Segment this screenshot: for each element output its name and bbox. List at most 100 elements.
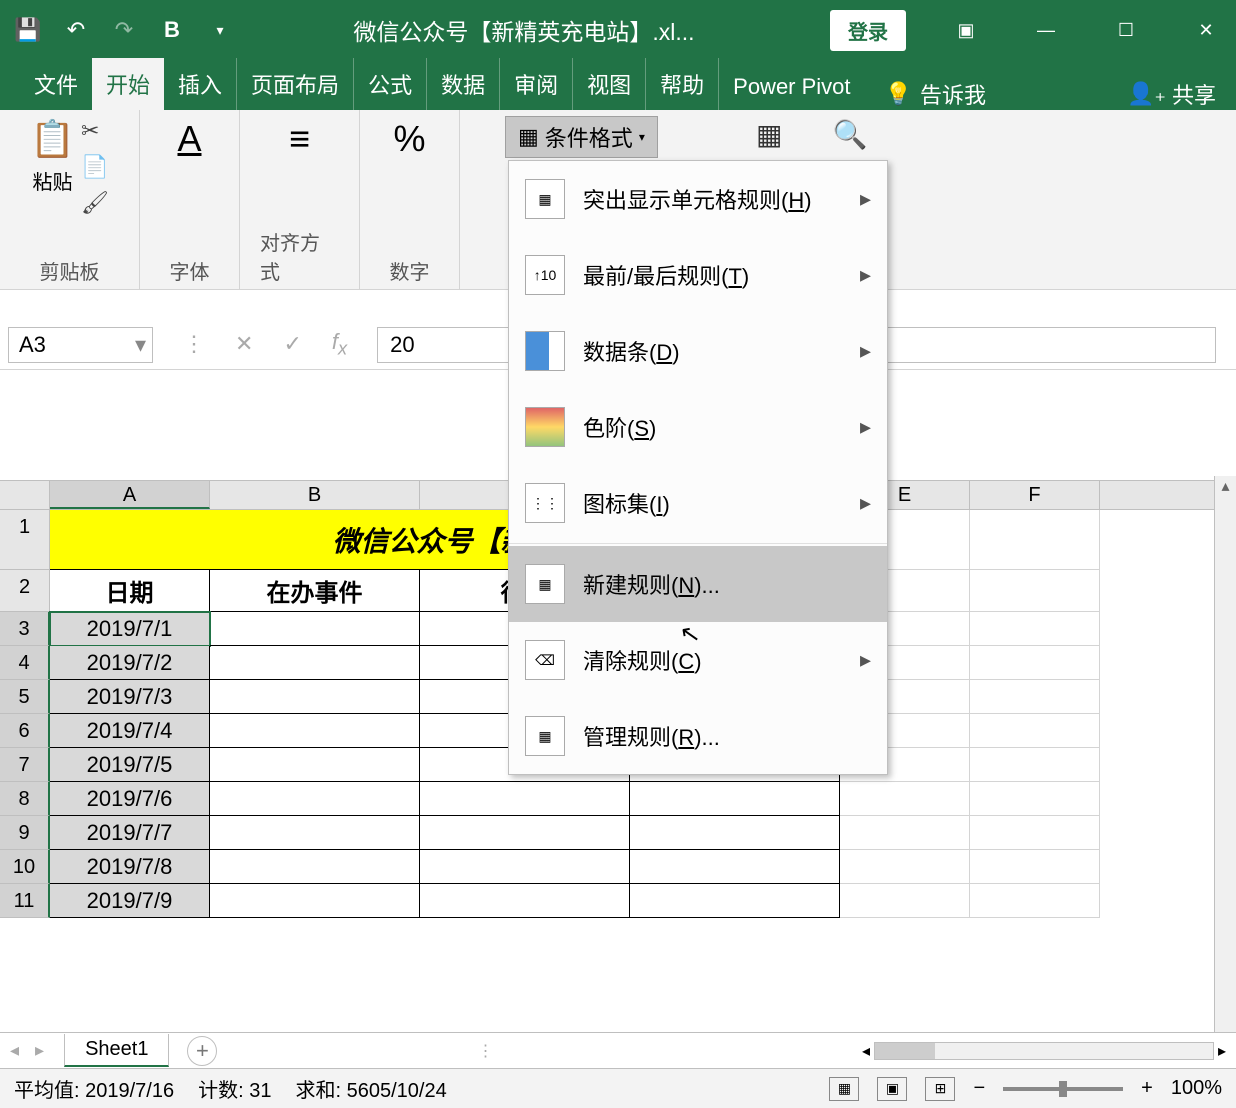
- date-cell[interactable]: 2019/7/9: [50, 884, 210, 918]
- tab-insert[interactable]: 插入: [164, 58, 237, 110]
- col-header-F[interactable]: F: [970, 481, 1100, 509]
- page-layout-icon[interactable]: ▣: [877, 1077, 907, 1101]
- row-header[interactable]: 2: [0, 570, 50, 612]
- scroll-left-icon[interactable]: ◂: [862, 1041, 870, 1061]
- enter-icon[interactable]: ✓: [283, 331, 301, 357]
- tab-file[interactable]: 文件: [20, 58, 92, 110]
- zoom-in-icon[interactable]: +: [1141, 1077, 1153, 1100]
- tab-view[interactable]: 视图: [573, 58, 646, 110]
- cf-data-bars[interactable]: 数据条(D) ▸: [509, 313, 887, 389]
- cell[interactable]: [840, 782, 970, 816]
- dropdown-icon[interactable]: ▾: [135, 332, 146, 358]
- bold-icon[interactable]: B: [154, 12, 190, 48]
- undo-icon[interactable]: ↶: [58, 12, 94, 48]
- redo-icon[interactable]: ↷: [106, 12, 142, 48]
- horizontal-scrollbar[interactable]: ◂ ▸: [862, 1041, 1226, 1061]
- cell[interactable]: [970, 782, 1100, 816]
- cell[interactable]: [420, 884, 630, 918]
- share-button[interactable]: 👤₊共享: [1127, 78, 1216, 110]
- zoom-level[interactable]: 100%: [1171, 1077, 1222, 1100]
- login-button[interactable]: 登录: [830, 10, 906, 51]
- cf-new-rule[interactable]: ▦ 新建规则(N)...: [509, 546, 887, 622]
- cell[interactable]: [840, 816, 970, 850]
- cell[interactable]: [210, 680, 420, 714]
- header-date[interactable]: 日期: [50, 570, 210, 612]
- cell[interactable]: [630, 782, 840, 816]
- cell[interactable]: [210, 612, 420, 646]
- row-header[interactable]: 4: [0, 646, 50, 680]
- scroll-up-icon[interactable]: ▴: [1215, 476, 1236, 498]
- cell[interactable]: [970, 748, 1100, 782]
- row-header[interactable]: 11: [0, 884, 50, 918]
- cell[interactable]: [210, 816, 420, 850]
- row-header[interactable]: 3: [0, 612, 50, 646]
- paste-icon[interactable]: 📋: [30, 118, 75, 160]
- cf-highlight-rules[interactable]: ▦ 突出显示单元格规则(H) ▸: [509, 161, 887, 237]
- cell[interactable]: [210, 850, 420, 884]
- maximize-icon[interactable]: ☐: [1106, 10, 1146, 50]
- cell[interactable]: [210, 748, 420, 782]
- tab-review[interactable]: 审阅: [500, 58, 573, 110]
- cf-icon-sets[interactable]: ⋮⋮ 图标集(I) ▸: [509, 465, 887, 541]
- vertical-scrollbar[interactable]: ▴: [1214, 476, 1236, 1032]
- fx-icon[interactable]: fx: [332, 329, 347, 359]
- conditional-formatting-button[interactable]: ▦ 条件格式 ▾: [505, 116, 658, 158]
- font-icon[interactable]: A: [177, 118, 201, 160]
- row-header[interactable]: 8: [0, 782, 50, 816]
- sheet-tab[interactable]: Sheet1: [64, 1034, 169, 1067]
- header-inprogress[interactable]: 在办事件: [210, 570, 420, 612]
- row-header[interactable]: 9: [0, 816, 50, 850]
- cell[interactable]: [210, 782, 420, 816]
- name-box[interactable]: A3 ▾: [8, 327, 153, 363]
- cell[interactable]: [970, 680, 1100, 714]
- date-cell[interactable]: 2019/7/4: [50, 714, 210, 748]
- tab-help[interactable]: 帮助: [646, 58, 719, 110]
- cell[interactable]: [420, 782, 630, 816]
- row-header[interactable]: 5: [0, 680, 50, 714]
- save-icon[interactable]: 💾: [10, 12, 46, 48]
- cell[interactable]: [840, 884, 970, 918]
- row-header[interactable]: 6: [0, 714, 50, 748]
- cell[interactable]: [630, 884, 840, 918]
- cancel-icon[interactable]: ✕: [235, 331, 253, 357]
- cell[interactable]: [970, 510, 1100, 570]
- date-cell[interactable]: 2019/7/2: [50, 646, 210, 680]
- cell[interactable]: [420, 816, 630, 850]
- sheet-next-icon[interactable]: ▸: [35, 1040, 44, 1061]
- row-header[interactable]: 7: [0, 748, 50, 782]
- ribbon-options-icon[interactable]: ▣: [946, 10, 986, 50]
- cell[interactable]: [210, 646, 420, 680]
- col-header-B[interactable]: B: [210, 481, 420, 509]
- select-all-corner[interactable]: [0, 481, 50, 509]
- row-header[interactable]: 10: [0, 850, 50, 884]
- tab-powerpivot[interactable]: Power Pivot: [719, 64, 864, 110]
- cell[interactable]: [970, 646, 1100, 680]
- cell[interactable]: [630, 850, 840, 884]
- date-cell[interactable]: 2019/7/1: [50, 612, 210, 646]
- cell[interactable]: [210, 884, 420, 918]
- cell[interactable]: [420, 850, 630, 884]
- tell-me[interactable]: 💡告诉我: [885, 78, 986, 110]
- cut-icon[interactable]: ✂: [81, 118, 109, 144]
- scroll-right-icon[interactable]: ▸: [1218, 1041, 1226, 1061]
- row-header[interactable]: 1: [0, 510, 50, 570]
- cell[interactable]: [630, 816, 840, 850]
- find-icon[interactable]: 🔍: [832, 118, 867, 151]
- tab-layout[interactable]: 页面布局: [237, 58, 354, 110]
- format-painter-icon[interactable]: 🖌: [81, 190, 109, 216]
- close-icon[interactable]: ✕: [1186, 10, 1226, 50]
- minimize-icon[interactable]: —: [1026, 10, 1066, 50]
- tab-formulas[interactable]: 公式: [354, 58, 427, 110]
- add-sheet-button[interactable]: +: [187, 1036, 217, 1066]
- scroll-thumb[interactable]: [875, 1043, 935, 1059]
- cf-color-scales[interactable]: 色阶(S) ▸: [509, 389, 887, 465]
- tab-data[interactable]: 数据: [427, 58, 500, 110]
- cell[interactable]: [970, 850, 1100, 884]
- copy-icon[interactable]: 📄: [81, 154, 109, 180]
- cell[interactable]: [970, 714, 1100, 748]
- normal-view-icon[interactable]: ▦: [829, 1077, 859, 1101]
- zoom-out-icon[interactable]: −: [973, 1077, 985, 1100]
- col-header-A[interactable]: A: [50, 481, 210, 509]
- cell[interactable]: [970, 816, 1100, 850]
- cell[interactable]: [970, 884, 1100, 918]
